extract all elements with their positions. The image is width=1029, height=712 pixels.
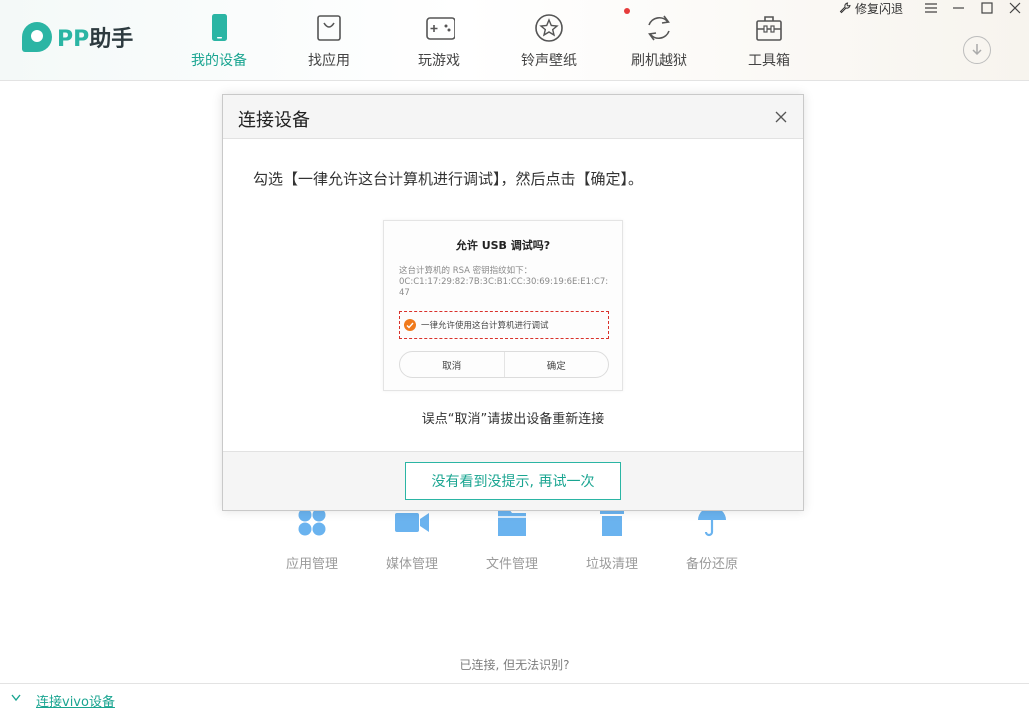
nav-label: 刷机越狱 bbox=[631, 53, 687, 69]
tool-junk-cleanup[interactable]: 垃圾清理 bbox=[562, 506, 662, 572]
repair-crash-button[interactable]: 修复闪退 bbox=[839, 0, 903, 17]
maximize-button[interactable] bbox=[973, 0, 1001, 16]
tool-label: 媒体管理 bbox=[385, 557, 438, 572]
toolbox-icon bbox=[756, 16, 782, 41]
connect-device-dialog: 连接设备 勾选【一律允许这台计算机进行调试】，然后点击【确定】。 允许 USB … bbox=[222, 94, 804, 511]
nav-find-app[interactable]: 找应用 bbox=[274, 0, 384, 80]
nav-label: 我的设备 bbox=[191, 53, 247, 69]
top-bar: PP助手 我的设备 找应用 玩游戏 铃声壁纸 刷机越狱 工具箱 修复闪退 bbox=[0, 0, 1029, 81]
prompt-cancel: 取消 bbox=[442, 360, 462, 372]
window-controls: 修复闪退 bbox=[839, 0, 1029, 16]
chevron-down-icon[interactable] bbox=[11, 694, 21, 702]
dialog-close-icon[interactable] bbox=[774, 110, 788, 124]
download-manager-button[interactable] bbox=[963, 36, 991, 64]
unrecognized-device-link[interactable]: 已连接, 但无法识别? bbox=[460, 658, 570, 672]
nav-ringtones[interactable]: 铃声壁纸 bbox=[494, 0, 604, 80]
nav-toolbox[interactable]: 工具箱 bbox=[714, 0, 824, 80]
dialog-header: 连接设备 bbox=[223, 95, 803, 139]
dialog-footer: 没有看到没提示, 再试一次 bbox=[223, 451, 803, 510]
usb-debug-prompt-illustration: 允许 USB 调试吗? 这台计算机的 RSA 密钥指纹如下： 0C:C1:17:… bbox=[383, 220, 623, 391]
app-logo: PP助手 bbox=[22, 21, 133, 53]
bottom-bar: 连接vivo设备 bbox=[0, 683, 1029, 712]
tool-app-manager[interactable]: 应用管理 bbox=[262, 506, 362, 572]
nav-label: 玩游戏 bbox=[418, 53, 460, 69]
nav-label: 找应用 bbox=[308, 53, 350, 69]
star-icon bbox=[535, 14, 563, 42]
prompt-confirm: 确定 bbox=[503, 352, 609, 377]
nav-label: 工具箱 bbox=[748, 53, 790, 69]
prompt-buttons: 取消 确定 bbox=[399, 351, 609, 378]
close-window-button[interactable] bbox=[1001, 0, 1029, 16]
prompt-checkbox-label: 一律允许使用这台计算机进行调试 bbox=[421, 321, 549, 331]
dialog-title: 连接设备 bbox=[238, 110, 310, 131]
maximize-icon bbox=[981, 2, 993, 14]
pp-logo-icon bbox=[22, 22, 52, 52]
tool-media-manager[interactable]: 媒体管理 bbox=[362, 506, 462, 572]
phone-icon bbox=[212, 14, 227, 41]
check-icon bbox=[404, 319, 416, 331]
tool-label: 备份还原 bbox=[685, 557, 738, 572]
nav-label: 铃声壁纸 bbox=[521, 53, 577, 69]
connect-vivo-link[interactable]: 连接vivo设备 bbox=[36, 691, 115, 710]
tool-label: 文件管理 bbox=[485, 557, 538, 572]
dialog-note: 误点“取消”请拔出设备重新连接 bbox=[421, 412, 605, 427]
prompt-always-allow-checkbox: 一律允许使用这台计算机进行调试 bbox=[399, 311, 609, 339]
nav-games[interactable]: 玩游戏 bbox=[384, 0, 494, 80]
close-icon bbox=[1009, 2, 1021, 14]
tool-label: 应用管理 bbox=[285, 557, 338, 572]
notification-badge bbox=[624, 8, 630, 14]
download-icon bbox=[972, 44, 982, 56]
logo-pp-text: PP bbox=[57, 27, 90, 52]
tool-backup-restore[interactable]: 备份还原 bbox=[662, 506, 762, 572]
tool-label: 垃圾清理 bbox=[585, 557, 638, 572]
tool-file-manager[interactable]: 文件管理 bbox=[462, 506, 562, 572]
prompt-title: 允许 USB 调试吗? bbox=[455, 239, 551, 252]
gamepad-icon bbox=[426, 17, 455, 40]
nav-my-device[interactable]: 我的设备 bbox=[164, 0, 274, 80]
dialog-instruction: 勾选【一律允许这台计算机进行调试】，然后点击【确定】。 bbox=[253, 170, 644, 188]
logo-name-text: 助手 bbox=[89, 27, 134, 52]
wrench-icon bbox=[839, 2, 851, 14]
retry-button[interactable]: 没有看到没提示, 再试一次 bbox=[405, 462, 621, 500]
menu-button[interactable] bbox=[917, 0, 945, 16]
menu-icon bbox=[925, 3, 937, 13]
shopping-bag-icon bbox=[317, 15, 341, 41]
nav-flash[interactable]: 刷机越狱 bbox=[604, 0, 714, 80]
prompt-fingerprint: 0C:C1:17:29:82:7B:3C:B1:CC:30:69:19:6E:E… bbox=[399, 277, 609, 298]
main-nav: 我的设备 找应用 玩游戏 铃声壁纸 刷机越狱 工具箱 bbox=[164, 0, 824, 80]
device-tools: 应用管理 媒体管理 文件管理 垃圾清理 备份还原 bbox=[262, 506, 762, 572]
repair-label: 修复闪退 bbox=[854, 1, 903, 16]
prompt-body: 这台计算机的 RSA 密钥指纹如下： bbox=[399, 266, 533, 276]
refresh-icon bbox=[648, 15, 670, 41]
minimize-button[interactable] bbox=[945, 0, 973, 16]
minimize-icon bbox=[953, 7, 964, 9]
